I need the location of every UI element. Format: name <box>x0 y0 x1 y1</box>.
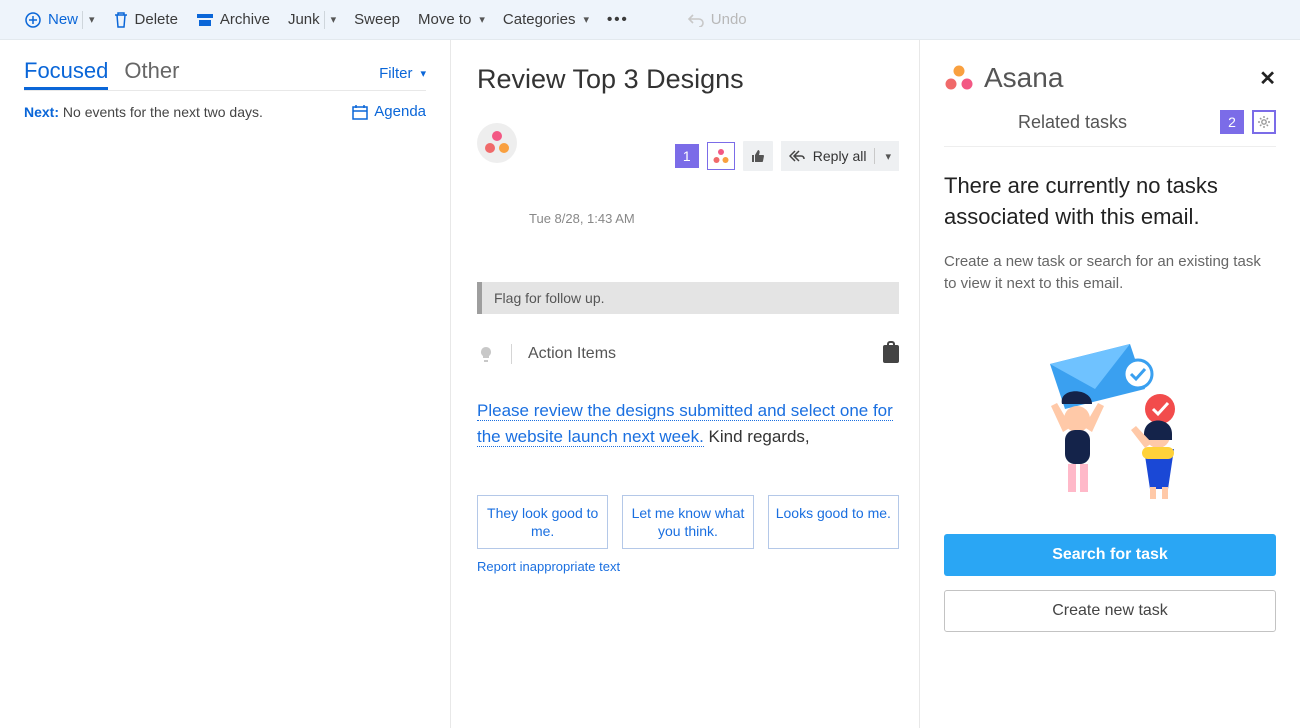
calendar-icon <box>352 104 368 120</box>
tab-other[interactable]: Other <box>124 58 179 90</box>
empty-illustration <box>1010 334 1210 504</box>
trash-icon <box>113 11 129 29</box>
delete-label: Delete <box>135 11 178 28</box>
report-text-link[interactable]: Report inappropriate text <box>477 559 899 574</box>
chevron-down-icon[interactable]: ▾ <box>331 13 337 26</box>
action-items-row: Action Items <box>477 344 899 364</box>
message-body: Please review the designs submitted and … <box>477 398 899 449</box>
new-button[interactable]: New ▾ <box>24 11 95 29</box>
suggested-reply-1[interactable]: They look good to me. <box>477 495 608 549</box>
message-subject: Review Top 3 Designs <box>477 64 899 95</box>
asana-logo-icon <box>944 64 974 92</box>
next-label: Next: <box>24 104 59 120</box>
suggested-reply-3[interactable]: Looks good to me. <box>768 495 899 549</box>
archive-button[interactable]: Archive <box>196 11 270 28</box>
message-actions: 1 Reply all <box>675 141 899 171</box>
archive-icon <box>196 13 214 27</box>
undo-label: Undo <box>711 11 747 28</box>
suggested-replies: They look good to me. Let me know what y… <box>477 495 899 549</box>
gear-icon <box>1257 115 1271 129</box>
message-datetime: Tue 8/28, 1:43 AM <box>529 211 899 226</box>
tab-focused[interactable]: Focused <box>24 58 108 90</box>
sender-avatar <box>477 123 517 163</box>
chevron-down-icon: ▾ <box>479 13 485 26</box>
close-button[interactable]: ✕ <box>1259 66 1276 91</box>
plus-circle-icon <box>24 11 42 29</box>
body-text-rest: Kind regards, <box>704 427 810 446</box>
junk-button[interactable]: Junk ▾ <box>288 11 336 29</box>
settings-button[interactable] <box>1252 110 1276 134</box>
reply-all-button[interactable]: Reply all ▾ <box>781 141 899 171</box>
reply-all-icon <box>789 150 805 162</box>
move-to-label: Move to <box>418 11 471 28</box>
search-for-task-button[interactable]: Search for task <box>944 534 1276 576</box>
undo-button[interactable]: Undo <box>687 11 747 28</box>
agenda-label: Agenda <box>374 103 426 120</box>
callout-badge-2: 2 <box>1220 110 1244 134</box>
asana-brand: Asana <box>944 62 1063 94</box>
asana-logo-icon <box>712 148 730 164</box>
chevron-down-icon: ▾ <box>420 67 426 80</box>
delete-button[interactable]: Delete <box>113 11 178 29</box>
suggested-reply-2[interactable]: Let me know what you think. <box>622 495 753 549</box>
archive-label: Archive <box>220 11 270 28</box>
flag-text: Flag for follow up. <box>494 290 605 306</box>
callout-badge-1: 1 <box>675 144 699 168</box>
undo-icon <box>687 13 705 27</box>
sweep-label: Sweep <box>354 11 400 28</box>
next-text: No events for the next two days. <box>63 104 263 120</box>
reply-all-label: Reply all <box>813 148 867 164</box>
action-items-label: Action Items <box>528 345 616 363</box>
like-button[interactable] <box>743 141 773 171</box>
chevron-down-icon: ▾ <box>583 13 589 26</box>
asana-addin-button[interactable] <box>707 142 735 170</box>
body-link-text[interactable]: Please review the designs submitted and … <box>477 401 893 447</box>
new-label: New <box>48 11 78 28</box>
more-button[interactable]: ••• <box>607 11 629 28</box>
shopping-bag-icon[interactable] <box>883 345 899 363</box>
thumbs-up-icon <box>750 149 766 163</box>
related-tasks-label: Related tasks <box>944 112 1127 133</box>
main-area: Focused Other Filter ▾ Next: No events f… <box>0 40 1300 728</box>
sweep-button[interactable]: Sweep <box>354 11 400 28</box>
message-list-pane: Focused Other Filter ▾ Next: No events f… <box>0 40 451 728</box>
move-to-button[interactable]: Move to ▾ <box>418 11 485 28</box>
categories-label: Categories <box>503 11 576 28</box>
junk-label: Junk <box>288 11 320 28</box>
categories-button[interactable]: Categories ▾ <box>503 11 589 28</box>
command-bar: New ▾ Delete Archive Junk ▾ Sweep Move t… <box>0 0 1300 40</box>
asana-empty-heading: There are currently no tasks associated … <box>944 171 1276 233</box>
asana-brand-name: Asana <box>984 62 1063 94</box>
create-new-task-button[interactable]: Create new task <box>944 590 1276 632</box>
filter-button[interactable]: Filter ▾ <box>379 65 426 90</box>
filter-label: Filter <box>379 65 412 82</box>
bulb-icon <box>477 345 495 363</box>
asana-empty-subtext: Create a new task or search for an exist… <box>944 251 1276 296</box>
chevron-down-icon[interactable]: ▾ <box>885 150 891 163</box>
asana-logo-icon <box>483 130 511 156</box>
message-header: 1 Reply all <box>477 123 899 163</box>
asana-panel: Asana ✕ Related tasks 2 There are curren… <box>920 40 1300 728</box>
chevron-down-icon[interactable]: ▾ <box>89 13 95 26</box>
flag-banner: Flag for follow up. <box>477 282 899 314</box>
reading-pane: Review Top 3 Designs 1 <box>451 40 920 728</box>
agenda-button[interactable]: Agenda <box>352 103 426 120</box>
